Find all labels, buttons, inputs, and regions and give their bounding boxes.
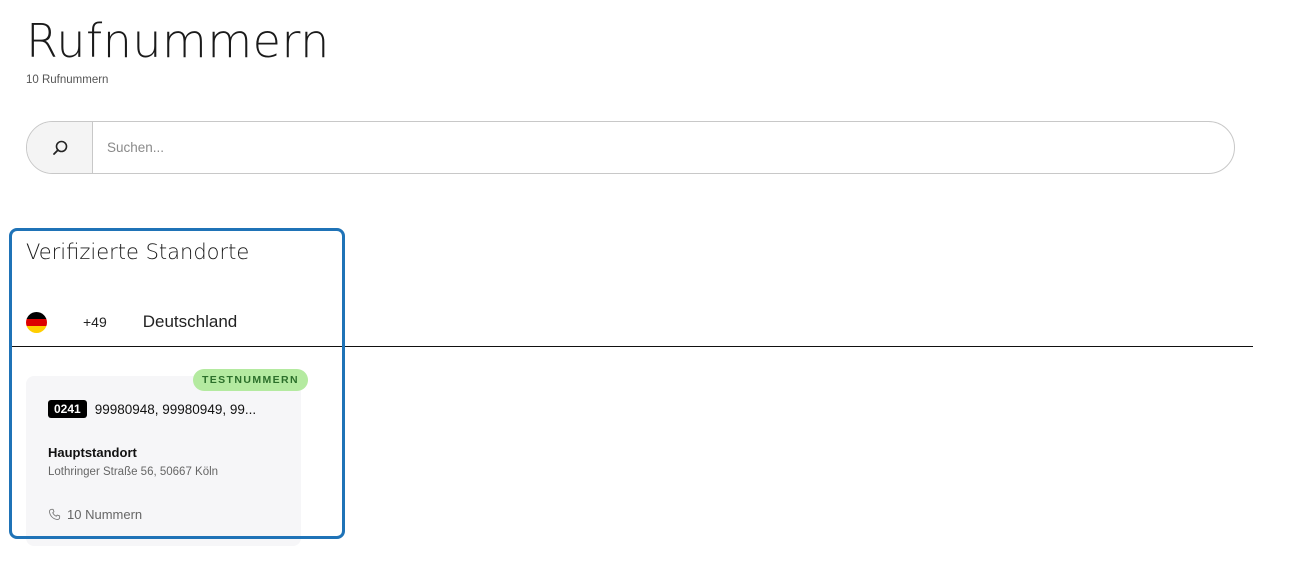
page-title: Rufnummern <box>26 14 330 68</box>
number-count: 10 Nummern <box>48 507 142 522</box>
phone-numbers-text: 99980948, 99980949, 99... <box>94 401 257 417</box>
search-icon <box>52 140 67 155</box>
section-title: Verifizierte Standorte <box>26 240 250 264</box>
search-button[interactable] <box>27 122 93 173</box>
phone-icon <box>49 508 61 520</box>
number-count-label: 10 Nummern <box>67 507 143 522</box>
search-bar <box>26 121 1235 174</box>
dial-code: +49 <box>83 314 107 330</box>
country-divider <box>10 346 1253 347</box>
country-name: Deutschland <box>142 312 238 331</box>
search-input[interactable] <box>93 122 1234 173</box>
page-subtitle: 10 Rufnummern <box>26 74 109 86</box>
number-card[interactable]: TESTNUMMERN 0241 99980948, 99980949, 99.… <box>26 369 308 546</box>
number-line: 0241 99980948, 99980949, 99... <box>48 400 256 418</box>
country-row[interactable]: +49 Deutschland <box>26 310 237 334</box>
area-code-badge: 0241 <box>48 400 87 418</box>
test-numbers-badge: TESTNUMMERN <box>192 369 308 391</box>
germany-flag-icon <box>26 311 47 333</box>
location-name: Hauptstandort <box>48 445 137 460</box>
location-address: Lothringer Straße 56, 50667 Köln <box>48 466 219 478</box>
